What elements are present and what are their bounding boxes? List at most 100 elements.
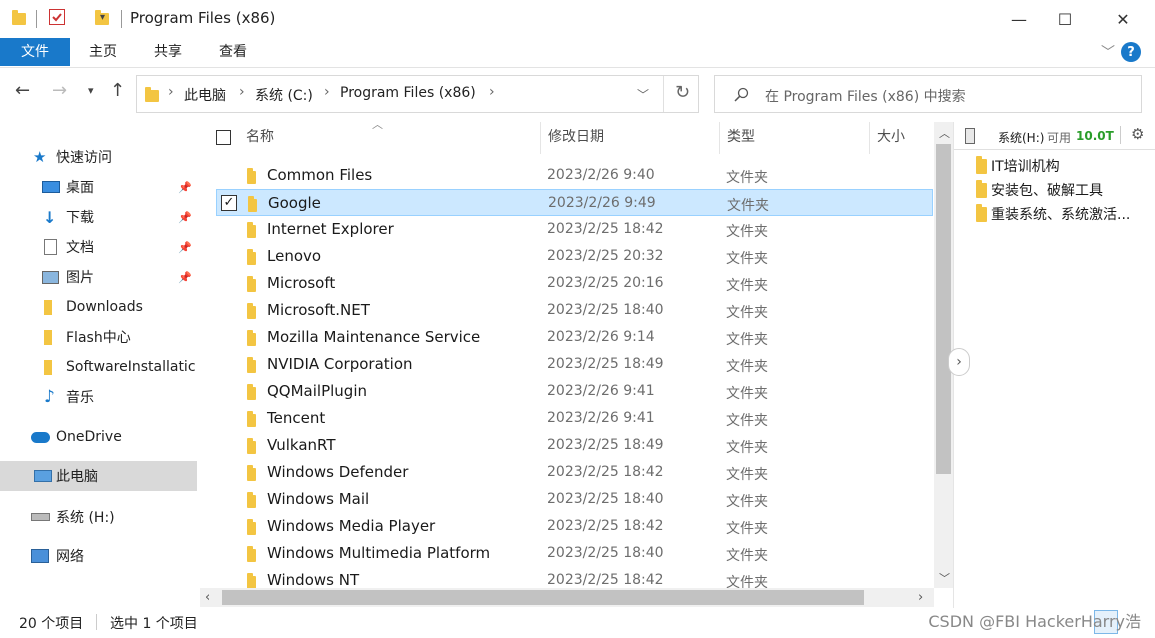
pin-icon[interactable]: 📌	[178, 181, 192, 194]
scroll-left-icon[interactable]: ‹	[205, 590, 210, 605]
up-arrow-icon[interactable]: ↑	[110, 80, 125, 101]
help-button[interactable]: ?	[1121, 42, 1141, 62]
table-row[interactable]: Tencent 2023/2/26 9:41 文件夹	[216, 405, 933, 432]
chevron-right-icon[interactable]: ›	[168, 84, 174, 100]
customize-toolbar-icon[interactable]: ▾	[100, 12, 105, 23]
file-date: 2023/2/25 18:42	[547, 572, 664, 588]
nav-drive-h[interactable]: 系统 (H:)	[0, 502, 197, 532]
nav-folder-downloads[interactable]: Downloads	[0, 292, 197, 322]
properties-icon[interactable]	[49, 9, 65, 25]
divider	[96, 614, 97, 630]
scroll-right-icon[interactable]: ›	[918, 590, 923, 605]
chevron-right-icon[interactable]: ›	[489, 84, 495, 100]
maximize-button[interactable]: ☐	[1042, 0, 1088, 38]
tab-view[interactable]: 查看	[208, 38, 258, 66]
nav-folder-software[interactable]: SoftwareInstallatic	[0, 352, 197, 382]
select-all-checkbox[interactable]	[216, 130, 231, 145]
table-row[interactable]: Windows Multimedia Platform 2023/2/25 18:…	[216, 540, 933, 567]
nav-this-pc[interactable]: 此电脑	[0, 461, 197, 491]
table-row[interactable]: NVIDIA Corporation 2023/2/25 18:49 文件夹	[216, 351, 933, 378]
table-row[interactable]: Internet Explorer 2023/2/25 18:42 文件夹	[216, 216, 933, 243]
nav-quick-access[interactable]: ★ 快速访问	[0, 142, 197, 172]
file-name: VulkanRT	[267, 436, 336, 454]
window-title: Program Files (x86)	[130, 9, 276, 27]
tab-share[interactable]: 共享	[143, 38, 193, 66]
breadcrumb-this-pc[interactable]: 此电脑	[184, 85, 226, 105]
folder-icon	[247, 357, 256, 373]
table-row[interactable]: QQMailPlugin 2023/2/26 9:41 文件夹	[216, 378, 933, 405]
folder-icon	[247, 411, 256, 427]
file-date: 2023/2/26 9:40	[547, 167, 655, 183]
preview-pane: 系统(H:) 可用 10.0T ⚙ IT培训机构 安装包、破解工具 重装系统、系…	[948, 122, 1155, 608]
nav-documents[interactable]: 文档 📌	[0, 232, 197, 262]
scrollbar-thumb[interactable]	[936, 144, 951, 474]
table-row[interactable]: ✓ Google 2023/2/26 9:49 文件夹	[216, 189, 933, 216]
pane-item-it-training[interactable]: IT培训机构	[976, 155, 1060, 177]
nav-onedrive[interactable]: OneDrive	[0, 422, 197, 452]
refresh-icon[interactable]: ↻	[675, 82, 690, 103]
back-arrow-icon[interactable]: ←	[15, 80, 30, 101]
table-row[interactable]: Common Files 2023/2/26 9:40 文件夹	[216, 162, 933, 189]
folder-icon	[247, 438, 256, 454]
search-box[interactable]: 在 Program Files (x86) 中搜索	[714, 75, 1142, 113]
table-row[interactable]: Lenovo 2023/2/25 20:32 文件夹	[216, 243, 933, 270]
column-header-name[interactable]: 名称	[246, 122, 274, 152]
pin-icon[interactable]: 📌	[178, 271, 192, 284]
recent-locations-icon[interactable]: ▾	[88, 84, 94, 97]
nav-music[interactable]: ♪ 音乐	[0, 382, 197, 412]
row-checkbox[interactable]: ✓	[221, 195, 237, 211]
pane-item-label: 安装包、破解工具	[991, 183, 1103, 199]
column-divider[interactable]	[719, 122, 720, 154]
file-type: 文件夹	[726, 359, 768, 375]
scroll-up-icon[interactable]: ︿	[939, 125, 950, 141]
file-type: 文件夹	[726, 224, 768, 240]
nav-network[interactable]: 网络	[0, 541, 197, 571]
nav-label: 下载	[66, 210, 94, 226]
column-divider[interactable]	[540, 122, 541, 154]
nav-folder-flash[interactable]: Flash中心	[0, 322, 197, 352]
column-divider[interactable]	[869, 122, 870, 154]
chevron-right-icon[interactable]: ›	[239, 84, 245, 100]
pin-icon[interactable]: 📌	[178, 241, 192, 254]
expand-ribbon-icon[interactable]: ﹀	[1101, 42, 1115, 62]
close-button[interactable]: ✕	[1100, 0, 1146, 38]
nav-pictures[interactable]: 图片 📌	[0, 262, 197, 292]
address-history-icon[interactable]: ﹀	[637, 86, 649, 103]
file-date: 2023/2/25 20:32	[547, 248, 664, 264]
table-row[interactable]: Windows Defender 2023/2/25 18:42 文件夹	[216, 459, 933, 486]
minimize-button[interactable]: —	[996, 0, 1042, 38]
table-row[interactable]: Microsoft.NET 2023/2/25 18:40 文件夹	[216, 297, 933, 324]
nav-downloads-quick[interactable]: ↓ 下载 📌	[0, 202, 197, 232]
column-header-size[interactable]: 大小	[877, 122, 905, 152]
nav-desktop[interactable]: 桌面 📌	[0, 172, 197, 202]
breadcrumb-program-files[interactable]: Program Files (x86)	[340, 85, 476, 101]
expand-pane-icon[interactable]: ›	[948, 348, 970, 376]
table-row[interactable]: Microsoft 2023/2/25 20:16 文件夹	[216, 270, 933, 297]
table-row[interactable]: Mozilla Maintenance Service 2023/2/26 9:1…	[216, 324, 933, 351]
pane-item-reinstall[interactable]: 重装系统、系统激活...	[976, 203, 1130, 225]
chevron-right-icon[interactable]: ›	[324, 84, 330, 100]
folder-icon	[44, 299, 52, 315]
folder-icon	[247, 546, 256, 562]
pin-icon[interactable]: 📌	[178, 211, 192, 224]
search-input[interactable]: 在 Program Files (x86) 中搜索	[765, 86, 966, 106]
forward-arrow-icon[interactable]: →	[52, 80, 67, 101]
tab-file[interactable]: 文件	[0, 38, 70, 66]
folder-icon	[247, 492, 256, 508]
scroll-down-icon[interactable]: ﹀	[939, 570, 950, 586]
scrollbar-thumb[interactable]	[222, 590, 864, 605]
address-bar[interactable]: › 此电脑 › 系统 (C:) › Program Files (x86) › …	[136, 75, 699, 113]
column-header-type[interactable]: 类型	[727, 122, 755, 152]
file-type: 文件夹	[726, 332, 768, 348]
folder-icon	[247, 384, 256, 400]
pane-item-installers[interactable]: 安装包、破解工具	[976, 179, 1103, 201]
table-row[interactable]: VulkanRT 2023/2/25 18:49 文件夹	[216, 432, 933, 459]
table-row[interactable]: Windows Media Player 2023/2/25 18:42 文件夹	[216, 513, 933, 540]
gear-icon[interactable]: ⚙	[1131, 125, 1144, 143]
column-header-date[interactable]: 修改日期	[548, 122, 604, 152]
file-type: 文件夹	[726, 413, 768, 429]
breadcrumb-system-c[interactable]: 系统 (C:)	[255, 85, 313, 105]
tab-home[interactable]: 主页	[78, 38, 128, 66]
table-row[interactable]: Windows Mail 2023/2/25 18:40 文件夹	[216, 486, 933, 513]
horizontal-scrollbar[interactable]: ‹ ›	[200, 588, 934, 607]
